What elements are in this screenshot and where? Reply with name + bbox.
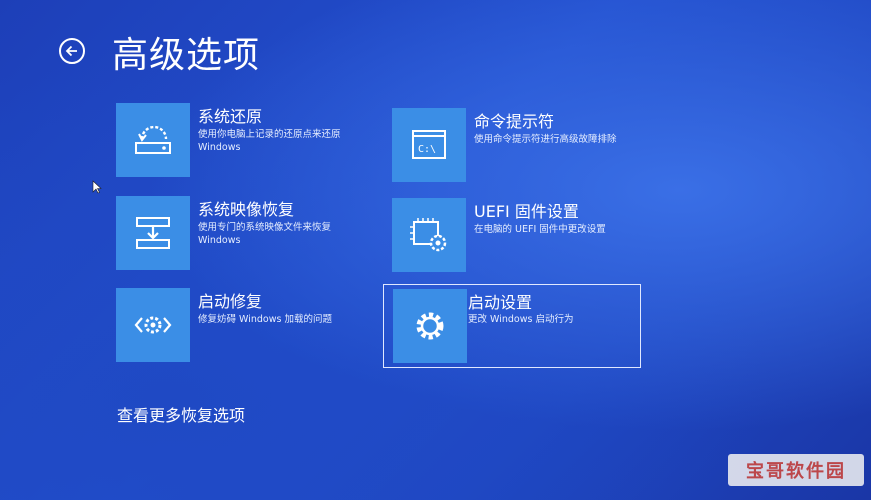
system-image-icon-box [116, 196, 190, 270]
more-recovery-options-link[interactable]: 查看更多恢复选项 [117, 402, 245, 426]
tile-description: 更改 Windows 启动行为 [468, 314, 574, 325]
back-button[interactable] [59, 38, 85, 64]
command-prompt-icon: C:\ [412, 130, 446, 159]
restore-icon-box [116, 103, 190, 177]
command-prompt-icon-box: C:\ [392, 108, 466, 182]
chip-gear-icon [410, 218, 447, 252]
tile-title: 系统还原 [198, 107, 263, 126]
watermark-logo: 宝哥软件园 [728, 454, 864, 486]
tile-description: 修复妨碍 Windows 加载的问题 [198, 314, 332, 325]
mouse-cursor-icon [92, 180, 102, 194]
system-image-icon [136, 217, 170, 249]
tile-title: 命令提示符 [474, 112, 555, 131]
gear-icon [416, 312, 444, 340]
tile-command-prompt[interactable]: C:\ 命令提示符 使用命令提示符进行高级故障排除 [392, 108, 652, 186]
tile-description: 使用命令提示符进行高级故障排除 [474, 134, 617, 145]
tile-description: 使用你电脑上记录的还原点来还原 Windows [198, 129, 341, 153]
tile-description: 使用专门的系统映像文件来恢复 Windows [198, 222, 332, 246]
restore-icon [135, 125, 171, 154]
tile-startup-repair[interactable]: 启动修复 修复妨碍 Windows 加载的问题 [116, 288, 376, 366]
tile-uefi-firmware-settings[interactable]: UEFI 固件设置 在电脑的 UEFI 固件中更改设置 [392, 198, 652, 276]
code-gear-icon [134, 316, 172, 334]
svg-text:C:\: C:\ [418, 144, 436, 155]
gear-icon-box [393, 289, 467, 363]
page-title: 高级选项 [112, 35, 261, 76]
tile-startup-settings[interactable]: 启动设置 更改 Windows 启动行为 [383, 284, 641, 368]
tile-title: 启动设置 [468, 293, 533, 312]
tile-title: UEFI 固件设置 [474, 202, 579, 221]
tile-title: 系统映像恢复 [198, 200, 295, 219]
back-arrow-icon [65, 45, 77, 57]
tile-title: 启动修复 [198, 292, 263, 311]
code-gear-icon-box [116, 288, 190, 362]
tile-system-restore[interactable]: 系统还原 使用你电脑上记录的还原点来还原 Windows [116, 103, 376, 181]
tile-description: 在电脑的 UEFI 固件中更改设置 [474, 224, 606, 235]
tile-system-image-recovery[interactable]: 系统映像恢复 使用专门的系统映像文件来恢复 Windows [116, 196, 376, 274]
chip-gear-icon-box [392, 198, 466, 272]
